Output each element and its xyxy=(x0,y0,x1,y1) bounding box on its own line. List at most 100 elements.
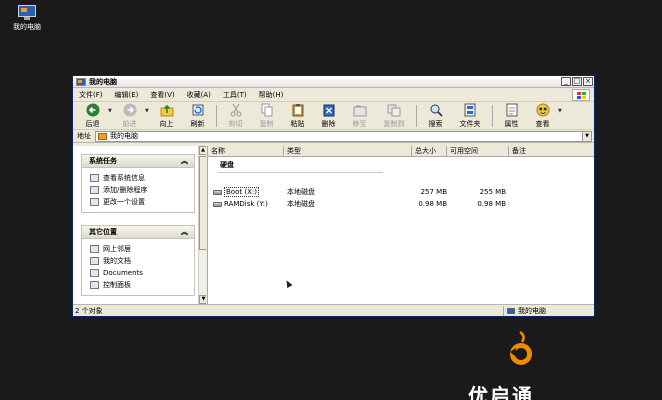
address-label: 地址 xyxy=(77,132,91,140)
toolbar-separator xyxy=(216,104,217,127)
status-bar: 2 个对象 我的电脑 xyxy=(73,304,594,316)
task-pane: 系统任务 ︽ 查看系统信息 添加/删除程序 更改一个设置 其它位置 ︽ 网上邻居… xyxy=(73,146,206,304)
computer-icon xyxy=(76,77,86,86)
collapse-chevron-icon[interactable]: ︽ xyxy=(181,156,188,166)
clipboard-icon xyxy=(292,103,303,116)
search-button[interactable]: 搜索 xyxy=(420,103,451,129)
drive-name: RAMDisk (Y:) xyxy=(224,200,268,208)
address-input[interactable]: 我的电脑 ▼ xyxy=(95,130,592,142)
view-icon xyxy=(536,103,549,116)
copy-button[interactable]: 复制 xyxy=(251,103,282,129)
column-name[interactable]: 名称 xyxy=(208,146,284,156)
place-my-documents[interactable]: 我的文档 xyxy=(90,255,194,267)
close-button[interactable]: × xyxy=(583,77,593,86)
menu-edit[interactable]: 编辑(E) xyxy=(115,90,139,100)
toolbar-separator xyxy=(492,104,493,127)
minimize-button[interactable]: _ xyxy=(561,77,571,86)
table-row[interactable]: RAMDisk (Y:) 本地磁盘 0.98 MB 0.98 MB xyxy=(208,198,594,210)
scroll-thumb[interactable] xyxy=(199,156,206,250)
back-button[interactable]: 后退 xyxy=(77,103,108,129)
computer-icon xyxy=(17,5,37,20)
system-tasks-panel: 系统任务 ︽ 查看系统信息 添加/删除程序 更改一个设置 xyxy=(81,154,195,213)
toolbar-separator xyxy=(416,104,417,127)
drive-total-size: 257 MB xyxy=(420,188,447,196)
cut-button[interactable]: 剪切 xyxy=(220,103,251,129)
brand-logo: 优启通 xyxy=(468,330,568,400)
address-value: 我的电脑 xyxy=(110,132,138,140)
folders-icon xyxy=(464,103,476,116)
delete-icon xyxy=(323,104,334,116)
address-bar: 地址 我的电脑 ▼ xyxy=(73,130,594,143)
drive-type: 本地磁盘 xyxy=(287,200,315,208)
menu-bar: 文件(F) 编辑(E) 查看(V) 收藏(A) 工具(T) 帮助(H) xyxy=(73,88,594,102)
view-dropdown-icon[interactable]: ▼ xyxy=(558,108,564,114)
system-tasks-header[interactable]: 系统任务 ︽ xyxy=(81,154,195,168)
windows-logo-icon xyxy=(572,89,590,101)
forward-button[interactable]: 前进 xyxy=(114,103,145,129)
group-header-hard-disks: 硬盘 xyxy=(220,161,234,169)
delete-button[interactable]: 删除 xyxy=(313,103,344,129)
view-button[interactable]: 查看 xyxy=(527,103,558,129)
task-view-system-info[interactable]: 查看系统信息 xyxy=(90,172,194,184)
status-location: 我的电脑 xyxy=(503,305,594,316)
column-free-space[interactable]: 可用空间 xyxy=(447,146,509,156)
place-control-panel[interactable]: 控制面板 xyxy=(90,279,194,291)
address-dropdown-icon[interactable]: ▼ xyxy=(582,131,591,141)
menu-help[interactable]: 帮助(H) xyxy=(259,90,284,100)
drive-total-size: 0.98 MB xyxy=(418,200,447,208)
other-places-panel: 其它位置 ︽ 网上邻居 我的文档 Documents 控制面板 xyxy=(81,225,195,296)
column-total-size[interactable]: 总大小 xyxy=(412,146,447,156)
copy-icon xyxy=(261,103,272,116)
refresh-icon xyxy=(192,104,203,115)
task-change-setting[interactable]: 更改一个设置 xyxy=(90,196,194,208)
properties-button[interactable]: 属性 xyxy=(496,103,527,129)
paste-button[interactable]: 粘贴 xyxy=(282,103,313,129)
other-places-header[interactable]: 其它位置 ︽ xyxy=(81,225,195,239)
scissors-icon xyxy=(230,103,241,116)
properties-icon xyxy=(506,103,517,116)
scroll-up-arrow-icon[interactable]: ▲ xyxy=(199,146,206,155)
menu-favorites[interactable]: 收藏(A) xyxy=(187,90,211,100)
logo-mark-icon xyxy=(510,330,532,365)
menu-view[interactable]: 查看(V) xyxy=(150,90,174,100)
column-notes[interactable]: 备注 xyxy=(509,146,594,156)
control-panel-icon xyxy=(90,281,99,289)
table-row[interactable]: Boot (X:) 本地磁盘 257 MB 255 MB xyxy=(208,186,594,198)
column-type[interactable]: 类型 xyxy=(284,146,412,156)
menu-tools[interactable]: 工具(T) xyxy=(223,90,247,100)
move-to-button[interactable]: 移至 xyxy=(344,103,375,129)
task-pane-scrollbar[interactable]: ▲ ▼ xyxy=(198,146,206,304)
collapse-chevron-icon[interactable]: ︽ xyxy=(181,227,188,237)
programs-icon xyxy=(90,186,99,194)
folders-button[interactable]: 文件夹 xyxy=(451,103,489,129)
folder-icon xyxy=(90,269,99,277)
move-to-icon xyxy=(353,105,366,116)
computer-icon xyxy=(98,132,107,140)
network-icon xyxy=(90,245,99,253)
place-documents[interactable]: Documents xyxy=(90,267,194,279)
maximize-button[interactable]: □ xyxy=(572,77,582,86)
explorer-window: 我的电脑 _ □ × 文件(F) 编辑(E) 查看(V) 收藏(A) 工具(T)… xyxy=(72,75,595,317)
menu-file[interactable]: 文件(F) xyxy=(79,90,103,100)
up-button[interactable]: 向上 xyxy=(151,103,182,129)
place-network[interactable]: 网上邻居 xyxy=(90,243,194,255)
computer-icon xyxy=(507,307,515,314)
window-title: 我的电脑 xyxy=(89,77,117,86)
desktop-icon-my-computer[interactable]: 我的电脑 xyxy=(8,5,46,32)
search-icon xyxy=(430,104,443,117)
documents-folder-icon xyxy=(90,257,99,265)
drive-free-space: 255 MB xyxy=(479,188,506,196)
task-add-remove-programs[interactable]: 添加/删除程序 xyxy=(90,184,194,196)
scroll-down-arrow-icon[interactable]: ▼ xyxy=(199,295,206,304)
back-arrow-icon xyxy=(86,103,99,116)
drive-icon xyxy=(213,201,222,207)
system-info-icon xyxy=(90,174,99,182)
toolbar: 后退 ▼ 前进 ▼ 向上 刷新 剪切 复制 粘贴 删除 移至 复制到 搜索 文件… xyxy=(73,102,594,130)
forward-arrow-icon xyxy=(123,103,136,116)
logo-text: 优启通 xyxy=(468,384,534,400)
refresh-button[interactable]: 刷新 xyxy=(182,103,213,129)
copy-to-button[interactable]: 复制到 xyxy=(375,103,413,129)
title-bar[interactable]: 我的电脑 _ □ × xyxy=(73,76,594,88)
status-object-count: 2 个对象 xyxy=(75,306,103,315)
up-folder-icon xyxy=(160,104,173,116)
